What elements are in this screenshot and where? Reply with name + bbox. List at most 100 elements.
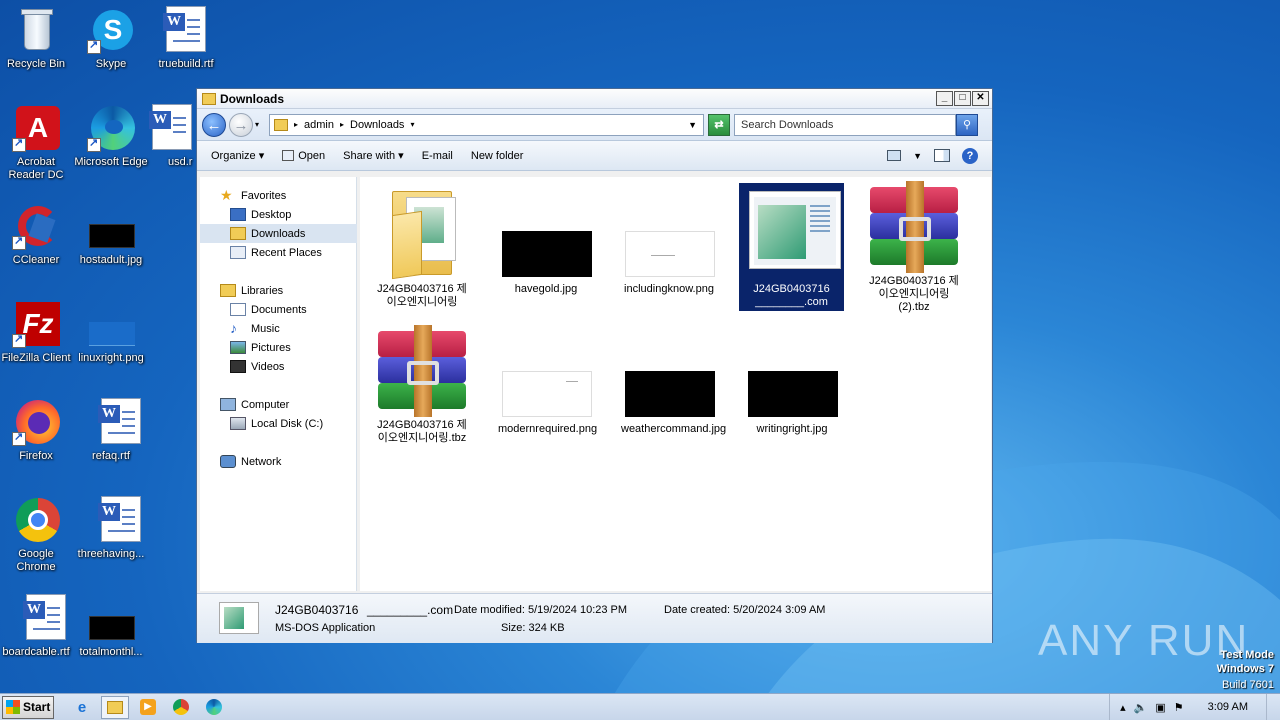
anyrun-watermark: ANY RUN bbox=[1038, 616, 1250, 665]
open-icon bbox=[282, 149, 295, 161]
file-name: havegold.jpg bbox=[514, 283, 578, 295]
organize-button[interactable]: Organize ▾ bbox=[211, 149, 264, 162]
desktop-icon-chrome[interactable]: Google Chrome bbox=[0, 496, 74, 574]
chevron-right-icon[interactable]: ▸ bbox=[340, 120, 344, 129]
nav-desktop[interactable]: Desktop bbox=[200, 205, 357, 224]
minimize-button[interactable]: _ bbox=[936, 91, 953, 106]
tray-expand-icon[interactable]: ▴ bbox=[1120, 701, 1126, 714]
nav-videos[interactable]: Videos bbox=[200, 357, 357, 376]
computer-icon bbox=[220, 398, 236, 411]
desktop-icon-boardcable[interactable]: W boardcable.rtf bbox=[0, 594, 74, 659]
nav-computer[interactable]: Computer bbox=[200, 395, 357, 414]
window-title: Downloads bbox=[220, 91, 285, 106]
desktop-icon-ccleaner[interactable]: CCleaner bbox=[0, 202, 74, 267]
address-dropdown-icon[interactable]: ▼ bbox=[688, 120, 697, 130]
details-pane: J24GB0403716 _________.com Date modified… bbox=[197, 593, 992, 643]
nav-libraries[interactable]: Libraries bbox=[200, 281, 357, 300]
folder-icon bbox=[386, 183, 458, 280]
desktop-icon-refaq[interactable]: W refaq.rtf bbox=[73, 398, 149, 463]
file-item-folder[interactable]: J24GB0403716 제이오엔지니어링 bbox=[374, 183, 470, 309]
taskbar-chrome-icon[interactable] bbox=[167, 696, 195, 719]
file-list[interactable]: J24GB0403716 제이오엔지니어링 havegold.jpg inclu… bbox=[360, 177, 991, 591]
taskbar-edge-icon[interactable] bbox=[200, 696, 228, 719]
explorer-window[interactable]: Downloads _ □ ✕ ← → ▾ ▸ admin ▸ Download… bbox=[196, 88, 993, 643]
desktop-icon-label: Microsoft Edge bbox=[74, 156, 148, 168]
music-icon: ♪ bbox=[230, 320, 237, 336]
email-button[interactable]: E-mail bbox=[422, 150, 453, 162]
taskbar-ie-icon[interactable]: e bbox=[68, 696, 96, 719]
desktop-icon-edge[interactable]: Microsoft Edge bbox=[73, 104, 149, 169]
search-placeholder: Search Downloads bbox=[741, 118, 834, 131]
network-tray-icon[interactable]: ▣ bbox=[1155, 701, 1165, 714]
chevron-down-icon[interactable]: ▼ bbox=[913, 151, 922, 161]
file-item-modernrequired[interactable]: modernrequired.png bbox=[498, 323, 597, 436]
file-item-tbz[interactable]: J24GB0403716 제이오엔지니어링.tbz bbox=[374, 323, 470, 445]
desktop-icon-label: Firefox bbox=[19, 450, 53, 462]
forward-button[interactable]: → bbox=[229, 112, 253, 137]
nav-network[interactable]: Network bbox=[200, 452, 357, 471]
nav-pictures[interactable]: Pictures bbox=[200, 338, 357, 357]
nav-local-disk[interactable]: Local Disk (C:) bbox=[200, 414, 357, 433]
taskbar-explorer-icon[interactable] bbox=[101, 695, 129, 719]
file-item-com-selected[interactable]: J24GB0403716 ________.com bbox=[739, 183, 844, 311]
breadcrumb-downloads[interactable]: Downloads bbox=[350, 119, 404, 131]
desktop-icon-totalmonthl[interactable]: totalmonthl... bbox=[73, 594, 149, 659]
volume-icon[interactable]: 🔈 bbox=[1134, 701, 1148, 714]
search-input[interactable]: Search Downloads bbox=[734, 113, 957, 136]
desktop-icon-truebuild[interactable]: W truebuild.rtf bbox=[148, 6, 224, 71]
nav-music[interactable]: ♪ Music bbox=[200, 319, 357, 338]
image-thumb-icon bbox=[500, 323, 592, 417]
refresh-button[interactable]: ⇄ bbox=[708, 113, 731, 136]
desktop-icon-firefox[interactable]: Firefox bbox=[0, 398, 74, 463]
desktop-icon-usd[interactable]: W usd.r bbox=[148, 104, 194, 169]
file-item-writingright[interactable]: writingright.jpg bbox=[744, 323, 840, 436]
downloads-folder-icon bbox=[230, 227, 246, 240]
view-options-icon[interactable] bbox=[887, 150, 902, 161]
maximize-button[interactable]: □ bbox=[954, 91, 971, 106]
file-item-havegold[interactable]: havegold.jpg bbox=[498, 183, 594, 296]
help-icon[interactable]: ? bbox=[962, 147, 978, 164]
desktop-icon-label: Recycle Bin bbox=[6, 58, 66, 70]
breadcrumb-admin[interactable]: admin bbox=[304, 119, 334, 131]
desktop-icon-hostadult[interactable]: hostadult.jpg bbox=[73, 202, 149, 267]
history-dropdown-icon[interactable]: ▾ bbox=[255, 120, 259, 129]
system-tray: ▴ 🔈 ▣ ⚑ 3:09 AM bbox=[1109, 694, 1280, 720]
desktop-icon-filezilla[interactable]: Fz FileZilla Client bbox=[0, 300, 74, 365]
desktop-icon-recycle-bin[interactable]: Recycle Bin bbox=[0, 6, 74, 71]
file-item-includingknow[interactable]: includingknow.png bbox=[621, 183, 717, 296]
action-center-flag-icon[interactable]: ⚑ bbox=[1174, 701, 1184, 714]
desktop-icon-threehaving[interactable]: W threehaving... bbox=[73, 496, 149, 561]
recent-places-icon bbox=[230, 246, 246, 259]
nav-downloads[interactable]: Downloads bbox=[200, 224, 357, 243]
back-button[interactable]: ← bbox=[202, 112, 226, 137]
start-button[interactable]: Start bbox=[2, 695, 54, 719]
nav-documents[interactable]: Documents bbox=[200, 300, 357, 319]
clock[interactable]: 3:09 AM bbox=[1208, 701, 1248, 713]
share-with-button[interactable]: Share with ▾ bbox=[343, 149, 404, 162]
chevron-down-icon[interactable]: ▾ bbox=[410, 120, 414, 129]
desktop-icon-acrobat[interactable]: A Acrobat Reader DC bbox=[0, 104, 74, 182]
taskbar-media-player-icon[interactable]: ▶ bbox=[134, 696, 162, 719]
file-item-tbz-2[interactable]: J24GB0403716 제이오엔지니어링(2).tbz bbox=[866, 181, 962, 314]
search-icon[interactable]: ⚲ bbox=[956, 113, 979, 136]
open-button[interactable]: Open bbox=[282, 149, 325, 162]
desktop-icon-linuxright[interactable]: linuxright.png bbox=[73, 300, 149, 365]
edge-icon bbox=[87, 104, 135, 152]
new-folder-button[interactable]: New folder bbox=[471, 150, 524, 162]
preview-pane-icon[interactable] bbox=[934, 149, 950, 162]
desktop-icon-skype[interactable]: S Skype bbox=[73, 6, 149, 71]
image-thumb-icon bbox=[746, 323, 838, 417]
file-item-weathercommand[interactable]: weathercommand.jpg bbox=[621, 323, 726, 436]
nav-favorites[interactable]: ★ Favorites bbox=[200, 186, 357, 205]
skype-icon: S bbox=[87, 6, 135, 54]
desktop-icon-label: Google Chrome bbox=[16, 548, 56, 573]
desktop-icon-label: boardcable.rtf bbox=[2, 646, 70, 658]
close-button[interactable]: ✕ bbox=[972, 91, 989, 106]
nav-recent-places[interactable]: Recent Places bbox=[200, 243, 357, 262]
window-titlebar[interactable]: Downloads _ □ ✕ bbox=[197, 89, 992, 109]
chevron-right-icon[interactable]: ▸ bbox=[294, 120, 298, 129]
image-thumb-icon bbox=[623, 323, 715, 417]
breadcrumb[interactable]: ▸ admin ▸ Downloads ▾ ▼ bbox=[269, 113, 705, 136]
winrar-archive-icon bbox=[868, 181, 960, 273]
show-desktop-button[interactable] bbox=[1266, 694, 1276, 720]
